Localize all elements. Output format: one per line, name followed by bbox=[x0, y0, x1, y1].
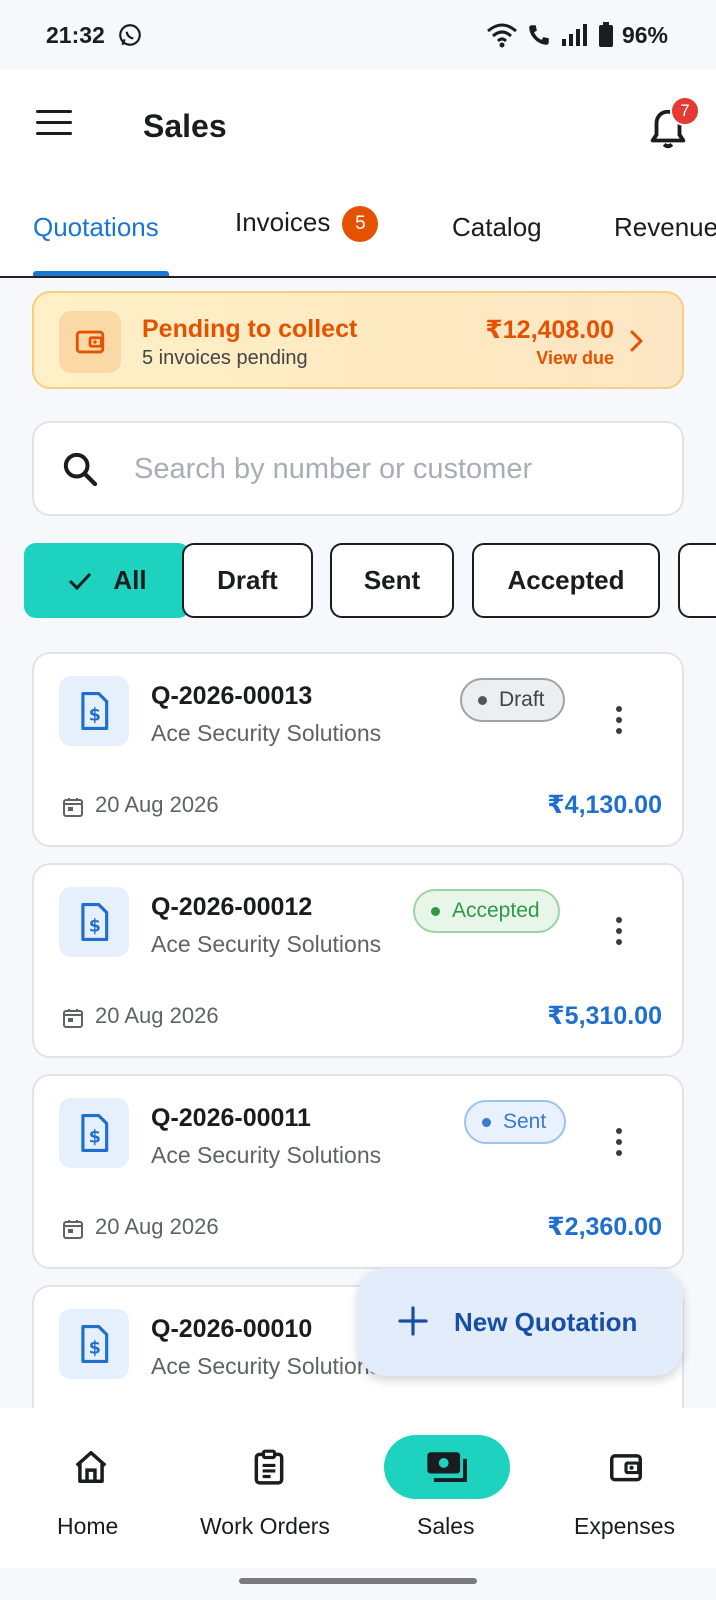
invoice-document-icon: $ bbox=[59, 676, 129, 746]
check-icon bbox=[69, 572, 92, 590]
wallet-icon bbox=[59, 311, 121, 373]
quotation-card[interactable]: $ Q-2026-00011 Ace Security Solutions Se… bbox=[32, 1074, 684, 1269]
plus-icon bbox=[398, 1306, 428, 1336]
tab-label: Quotations bbox=[33, 212, 159, 242]
nav-label: Work Orders bbox=[200, 1513, 330, 1539]
status-badge: Sent bbox=[464, 1100, 567, 1144]
tab-catalog[interactable]: Catalog bbox=[452, 212, 542, 243]
tab-label: Revenue bbox=[614, 212, 716, 242]
battery-icon bbox=[598, 22, 613, 47]
nav-label: Home bbox=[57, 1513, 119, 1539]
chip-label: Sent bbox=[363, 565, 421, 595]
customer-name: Ace Security Solutions bbox=[151, 720, 382, 746]
chip-label: Accepted bbox=[507, 565, 625, 595]
calendar-icon bbox=[63, 1220, 83, 1239]
home-icon bbox=[28, 1435, 154, 1499]
quotation-card[interactable]: $ Q-2026-00012 Ace Security Solutions Ac… bbox=[32, 863, 684, 1058]
pending-amount: ₹12,408.00 bbox=[485, 316, 614, 344]
quotation-date: 20 Aug 2026 bbox=[95, 1003, 219, 1028]
chevron-right-icon bbox=[630, 330, 643, 352]
tab-label: Catalog bbox=[452, 212, 542, 242]
tab-quotations[interactable]: Quotations bbox=[33, 212, 159, 243]
pending-title: Pending to collect bbox=[142, 315, 358, 343]
customer-name: Ace Security Solutions bbox=[151, 1142, 382, 1168]
filter-chip-accepted[interactable]: Accepted bbox=[472, 543, 660, 618]
invoice-document-icon: $ bbox=[59, 1309, 129, 1379]
svg-text:$: $ bbox=[89, 1339, 101, 1359]
gesture-handle[interactable] bbox=[239, 1578, 477, 1584]
svg-text:$: $ bbox=[89, 1128, 101, 1148]
filter-chips: All Draft Sent Accepted bbox=[24, 543, 716, 619]
status-badge: Accepted bbox=[413, 889, 560, 933]
tab-bar: Quotations Invoices 5 Catalog Revenue bbox=[0, 186, 716, 278]
filter-chip-all[interactable]: All bbox=[24, 543, 190, 618]
invoice-document-icon: $ bbox=[59, 1098, 129, 1168]
nav-label: Expenses bbox=[574, 1513, 676, 1539]
svg-text:$: $ bbox=[89, 917, 101, 937]
whatsapp-icon bbox=[118, 24, 141, 46]
filter-chip-draft[interactable]: Draft bbox=[182, 543, 313, 618]
wifi-icon bbox=[486, 23, 517, 48]
customer-name: Ace Security Solutions bbox=[151, 931, 382, 957]
signal-icon bbox=[561, 24, 587, 46]
calendar-icon bbox=[63, 1009, 83, 1028]
tab-revenue[interactable]: Revenue bbox=[614, 212, 716, 243]
status-label: Draft bbox=[499, 688, 545, 711]
battery-level: 96% bbox=[621, 21, 668, 48]
pending-collect-banner[interactable]: Pending to collect 5 invoices pending ₹1… bbox=[32, 291, 684, 389]
tab-invoices[interactable]: Invoices 5 bbox=[235, 206, 379, 242]
status-label: Accepted bbox=[452, 899, 540, 922]
cash-icon bbox=[384, 1435, 510, 1499]
svg-text:$: $ bbox=[89, 706, 101, 726]
quotation-date: 20 Aug 2026 bbox=[95, 792, 219, 817]
filter-chip-more[interactable] bbox=[678, 543, 716, 618]
calendar-icon bbox=[63, 798, 83, 817]
nav-item-work-orders[interactable]: Work Orders bbox=[200, 1408, 332, 1558]
invoices-count-badge: 5 bbox=[342, 206, 379, 242]
more-options-icon[interactable] bbox=[616, 917, 624, 947]
bottom-navigation: Home Work Orders Sales Expenses bbox=[0, 1408, 716, 1568]
quotation-card[interactable]: $ Q-2026-00013 Ace Security Solutions Dr… bbox=[32, 652, 684, 847]
new-quotation-button[interactable]: New Quotation bbox=[358, 1268, 683, 1376]
nav-label: Sales bbox=[417, 1513, 475, 1539]
status-bar: 21:32 96% bbox=[0, 0, 716, 70]
status-time: 21:32 bbox=[46, 21, 105, 48]
fab-label: New Quotation bbox=[454, 1307, 638, 1337]
pending-subtitle: 5 invoices pending bbox=[142, 347, 308, 369]
invoice-document-icon: $ bbox=[59, 887, 129, 957]
page-title: Sales bbox=[143, 108, 227, 144]
nav-item-sales[interactable]: Sales bbox=[384, 1408, 510, 1558]
call-icon bbox=[529, 25, 549, 45]
chip-label: Draft bbox=[217, 565, 278, 595]
quotation-amount: ₹2,360.00 bbox=[547, 1213, 662, 1241]
quotation-number: Q-2026-00013 bbox=[151, 682, 313, 710]
app-bar: Sales bbox=[0, 70, 716, 186]
status-badge: Draft bbox=[460, 678, 565, 722]
quotation-amount: ₹4,130.00 bbox=[547, 791, 662, 819]
search-icon bbox=[63, 452, 98, 487]
quotation-date: 20 Aug 2026 bbox=[95, 1214, 219, 1239]
view-due-link[interactable]: View due bbox=[536, 348, 614, 369]
chip-label: All bbox=[113, 565, 147, 595]
quotation-number: Q-2026-00011 bbox=[151, 1104, 311, 1132]
clipboard-icon bbox=[206, 1435, 332, 1499]
wallet-icon bbox=[563, 1435, 689, 1499]
system-navigation-bar bbox=[0, 1568, 716, 1600]
search-input[interactable] bbox=[134, 445, 654, 493]
nav-item-home[interactable]: Home bbox=[28, 1408, 154, 1558]
quotation-number: Q-2026-00012 bbox=[151, 893, 313, 921]
tab-label: Invoices bbox=[235, 206, 331, 237]
more-options-icon[interactable] bbox=[616, 1128, 624, 1158]
quotation-number: Q-2026-00010 bbox=[151, 1315, 313, 1343]
filter-chip-sent[interactable]: Sent bbox=[330, 543, 454, 618]
status-label: Sent bbox=[503, 1110, 547, 1133]
nav-item-expenses[interactable]: Expenses bbox=[563, 1408, 689, 1558]
search-box[interactable] bbox=[32, 421, 684, 516]
more-options-icon[interactable] bbox=[616, 706, 624, 736]
notification-badge: 7 bbox=[670, 96, 700, 126]
quotation-amount: ₹5,310.00 bbox=[547, 1002, 662, 1030]
active-tab-indicator bbox=[33, 271, 169, 276]
menu-icon[interactable] bbox=[36, 110, 76, 144]
